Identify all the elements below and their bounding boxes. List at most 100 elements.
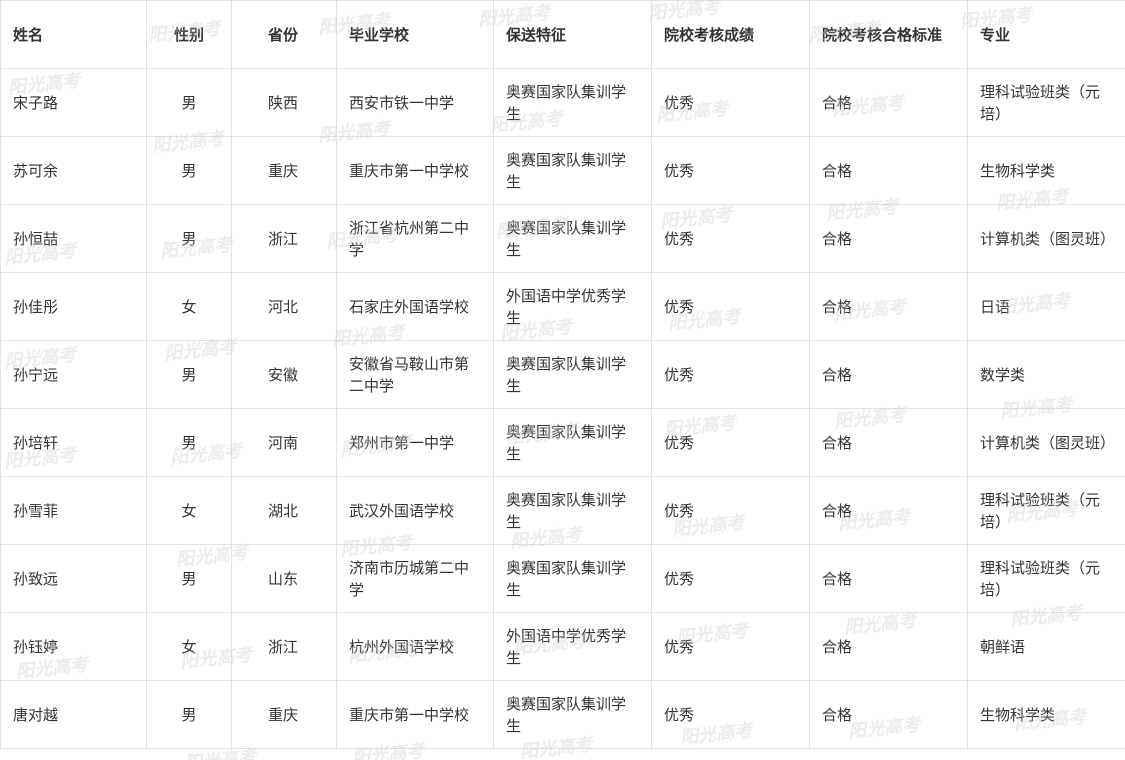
cell-gender: 女 [146, 612, 232, 681]
table-row: 孙致远男山东 济南市历城第二中学 奥赛国家队集训学生 优秀 合格 理科试验班类（元培） [0, 544, 1125, 613]
cell-gender: 男 [146, 544, 232, 613]
cell-major: 理科试验班类（元培） [967, 476, 1125, 545]
cell-score: 优秀 [651, 340, 810, 409]
cell-score: 优秀 [651, 680, 810, 749]
cell-name: 孙佳彤 [0, 272, 147, 341]
cell-gender: 男 [146, 136, 232, 205]
cell-province: 陕西 [231, 68, 337, 137]
cell-province: 山东 [231, 544, 337, 613]
table-row: 孙钰婷女浙江 杭州外国语学校 外国语中学优秀学生 优秀 合格 朝鲜语 [0, 612, 1125, 681]
header-province: 省份 [231, 0, 337, 69]
header-major: 专业 [967, 0, 1125, 69]
cell-standard: 合格 [809, 408, 968, 477]
cell-major: 日语 [967, 272, 1125, 341]
cell-major: 计算机类（图灵班） [967, 204, 1125, 273]
cell-school: 石家庄外国语学校 [336, 272, 494, 341]
header-name: 姓名 [0, 0, 147, 69]
cell-name: 孙宁远 [0, 340, 147, 409]
cell-school: 济南市历城第二中学 [336, 544, 494, 613]
cell-score: 优秀 [651, 544, 810, 613]
cell-name: 孙致远 [0, 544, 147, 613]
header-feature: 保送特征 [493, 0, 652, 69]
cell-name: 孙雪菲 [0, 476, 147, 545]
cell-feature: 奥赛国家队集训学生 [493, 68, 652, 137]
cell-feature: 奥赛国家队集训学生 [493, 680, 652, 749]
cell-name: 孙培轩 [0, 408, 147, 477]
cell-gender: 男 [146, 408, 232, 477]
cell-standard: 合格 [809, 136, 968, 205]
cell-score: 优秀 [651, 408, 810, 477]
cell-major: 数学类 [967, 340, 1125, 409]
cell-standard: 合格 [809, 544, 968, 613]
cell-score: 优秀 [651, 68, 810, 137]
cell-gender: 男 [146, 340, 232, 409]
cell-feature: 奥赛国家队集训学生 [493, 204, 652, 273]
cell-gender: 男 [146, 680, 232, 749]
cell-province: 浙江 [231, 612, 337, 681]
cell-standard: 合格 [809, 272, 968, 341]
cell-school: 浙江省杭州第二中学 [336, 204, 494, 273]
cell-standard: 合格 [809, 340, 968, 409]
table-row: 孙雪菲女湖北 武汉外国语学校 奥赛国家队集训学生 优秀 合格 理科试验班类（元培） [0, 476, 1125, 545]
cell-score: 优秀 [651, 272, 810, 341]
cell-major: 计算机类（图灵班） [967, 408, 1125, 477]
cell-province: 河北 [231, 272, 337, 341]
cell-feature: 奥赛国家队集训学生 [493, 408, 652, 477]
table-row: 宋子路男陕西 西安市铁一中学 奥赛国家队集训学生 优秀 合格 理科试验班类（元培） [0, 68, 1125, 137]
cell-name: 苏可余 [0, 136, 147, 205]
header-standard: 院校考核合格标准 [809, 0, 968, 69]
table-row: 孙培轩男河南 郑州市第一中学 奥赛国家队集训学生 优秀 合格 计算机类（图灵班） [0, 408, 1125, 477]
cell-standard: 合格 [809, 68, 968, 137]
cell-school: 武汉外国语学校 [336, 476, 494, 545]
cell-feature: 奥赛国家队集训学生 [493, 136, 652, 205]
cell-province: 重庆 [231, 680, 337, 749]
cell-school: 重庆市第一中学校 [336, 136, 494, 205]
header-gender: 性别 [146, 0, 232, 69]
cell-score: 优秀 [651, 612, 810, 681]
cell-standard: 合格 [809, 680, 968, 749]
cell-name: 唐对越 [0, 680, 147, 749]
cell-school: 安徽省马鞍山市第二中学 [336, 340, 494, 409]
cell-name: 孙恒喆 [0, 204, 147, 273]
cell-feature: 奥赛国家队集训学生 [493, 476, 652, 545]
cell-feature: 外国语中学优秀学生 [493, 612, 652, 681]
table-row: 孙宁远男安徽 安徽省马鞍山市第二中学 奥赛国家队集训学生 优秀 合格 数学类 [0, 340, 1125, 409]
cell-score: 优秀 [651, 204, 810, 273]
cell-province: 重庆 [231, 136, 337, 205]
header-school: 毕业学校 [336, 0, 494, 69]
table-row: 孙佳彤女河北 石家庄外国语学校 外国语中学优秀学生 优秀 合格 日语 [0, 272, 1125, 341]
cell-school: 重庆市第一中学校 [336, 680, 494, 749]
table-row: 唐对越男重庆 重庆市第一中学校 奥赛国家队集训学生 优秀 合格 生物科学类 [0, 680, 1125, 749]
admission-table: 姓名 性别 省份 毕业学校 保送特征 院校考核成绩 院校考核合格标准 专业 宋子… [0, 0, 1125, 749]
cell-name: 宋子路 [0, 68, 147, 137]
cell-major: 生物科学类 [967, 680, 1125, 749]
cell-province: 湖北 [231, 476, 337, 545]
cell-standard: 合格 [809, 204, 968, 273]
cell-gender: 男 [146, 204, 232, 273]
cell-score: 优秀 [651, 476, 810, 545]
cell-province: 安徽 [231, 340, 337, 409]
cell-gender: 女 [146, 272, 232, 341]
cell-gender: 男 [146, 68, 232, 137]
table-row: 孙恒喆男浙江 浙江省杭州第二中学 奥赛国家队集训学生 优秀 合格 计算机类（图灵班） [0, 204, 1125, 273]
cell-standard: 合格 [809, 476, 968, 545]
table-row: 苏可余男重庆 重庆市第一中学校 奥赛国家队集训学生 优秀 合格 生物科学类 [0, 136, 1125, 205]
cell-feature: 奥赛国家队集训学生 [493, 340, 652, 409]
cell-name: 孙钰婷 [0, 612, 147, 681]
cell-province: 浙江 [231, 204, 337, 273]
cell-school: 西安市铁一中学 [336, 68, 494, 137]
table-header-row: 姓名 性别 省份 毕业学校 保送特征 院校考核成绩 院校考核合格标准 专业 [0, 0, 1125, 69]
cell-major: 生物科学类 [967, 136, 1125, 205]
cell-standard: 合格 [809, 612, 968, 681]
cell-gender: 女 [146, 476, 232, 545]
cell-major: 理科试验班类（元培） [967, 544, 1125, 613]
cell-score: 优秀 [651, 136, 810, 205]
cell-feature: 奥赛国家队集训学生 [493, 544, 652, 613]
cell-major: 朝鲜语 [967, 612, 1125, 681]
header-score: 院校考核成绩 [651, 0, 810, 69]
cell-province: 河南 [231, 408, 337, 477]
cell-school: 郑州市第一中学 [336, 408, 494, 477]
cell-major: 理科试验班类（元培） [967, 68, 1125, 137]
cell-feature: 外国语中学优秀学生 [493, 272, 652, 341]
cell-school: 杭州外国语学校 [336, 612, 494, 681]
